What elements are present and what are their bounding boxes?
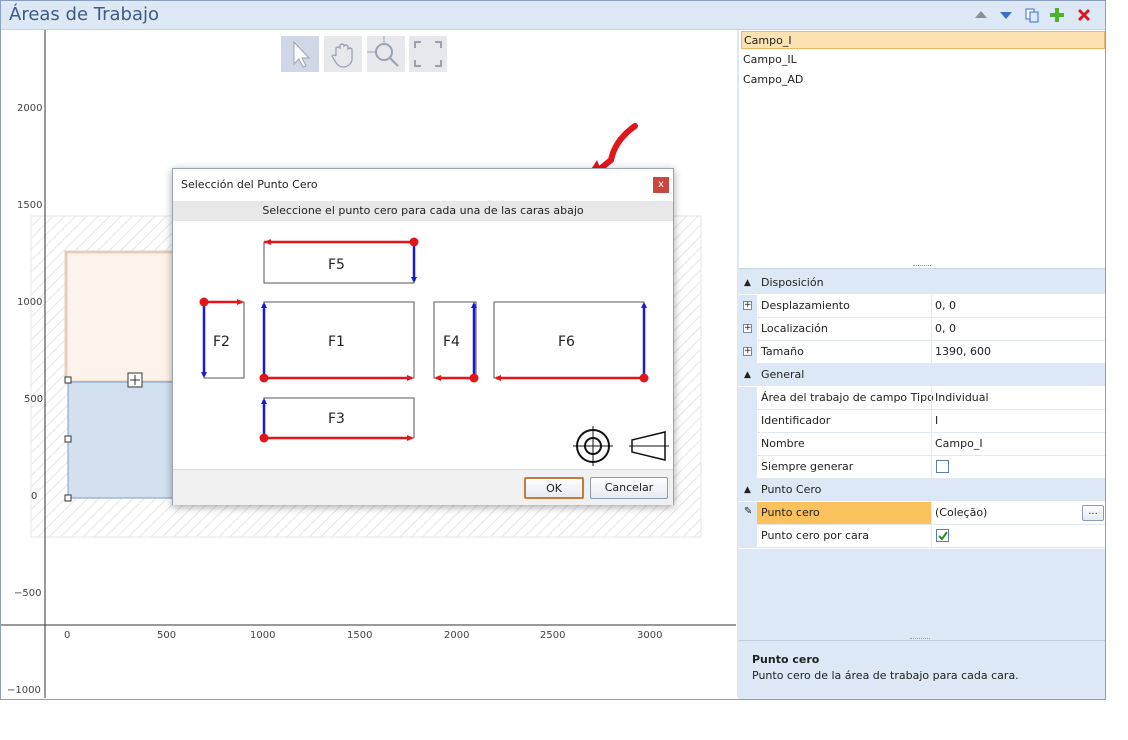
pan-tool-button[interactable]	[324, 36, 362, 72]
y-tick-label: 0	[31, 491, 38, 502]
expand-icon[interactable]: +	[743, 347, 752, 356]
expand-icon[interactable]: +	[743, 301, 752, 310]
collapse-icon[interactable]: ▲	[744, 272, 751, 294]
collapse-icon[interactable]: ▲	[744, 479, 751, 501]
face-label: F5	[328, 257, 345, 273]
expand-icon[interactable]: +	[743, 324, 752, 333]
cancel-button[interactable]: Cancelar	[590, 477, 668, 499]
face-label: F2	[213, 334, 230, 350]
face-label: F4	[443, 334, 460, 350]
face-label: F6	[558, 334, 575, 350]
close-button[interactable]: x	[653, 177, 669, 193]
description-text: Punto cero de la área de trabajo para ca…	[752, 669, 1019, 682]
list-item[interactable]: Campo_I	[741, 31, 1105, 49]
x-tick-label: 1500	[347, 630, 373, 641]
property-row-nombre[interactable]: Nombre Campo_I	[739, 433, 1105, 456]
property-row-localizacion[interactable]: + Localización 0, 0	[739, 318, 1105, 341]
x-tick-label: 3000	[637, 630, 663, 641]
collapse-icon[interactable]: ▲	[744, 364, 751, 386]
area-list[interactable]: Campo_I Campo_IL Campo_AD	[739, 30, 1105, 269]
copy-icon[interactable]	[1024, 7, 1040, 23]
property-row-desplazamiento[interactable]: + Desplazamiento 0, 0	[739, 295, 1105, 318]
move-handle-icon[interactable]	[127, 372, 143, 388]
x-tick-label: 2500	[540, 630, 566, 641]
property-row-punto-cero[interactable]: ✎ Punto cero (Coleção) ...	[739, 502, 1105, 525]
property-row-identificador[interactable]: Identificador I	[739, 410, 1105, 433]
add-icon[interactable]	[1049, 7, 1065, 23]
fit-tool-button[interactable]	[409, 36, 447, 72]
fit-icon	[414, 41, 442, 67]
y-tick-label: 1000	[17, 297, 43, 308]
dialog-subtitle: Seleccione el punto cero para cada una d…	[173, 201, 673, 221]
ok-button[interactable]: OK	[524, 477, 584, 499]
x-tick-label: 500	[157, 630, 177, 641]
face-label: F3	[328, 411, 345, 427]
por-cara-checkbox[interactable]	[936, 529, 949, 542]
x-tick-label: 0	[64, 630, 71, 641]
resize-handle[interactable]	[64, 494, 72, 502]
y-tick-label: 2000	[17, 103, 43, 114]
peach-area	[64, 250, 178, 384]
x-tick-label: 2000	[444, 630, 470, 641]
x-tick-label: 1000	[250, 630, 276, 641]
description-panel: Punto cero Punto cero de la área de trab…	[739, 640, 1105, 699]
resize-handle[interactable]	[64, 376, 72, 384]
hand-icon	[331, 43, 353, 68]
description-title: Punto cero	[752, 653, 820, 666]
category-punto-cero[interactable]: ▲ Punto Cero	[739, 479, 1105, 501]
siempre-generar-checkbox[interactable]	[936, 460, 949, 473]
faces-diagram	[199, 237, 669, 466]
checkmark-icon	[938, 531, 948, 541]
move-up-icon[interactable]	[973, 7, 989, 23]
dialog-footer: OK Cancelar	[173, 469, 673, 505]
zero-point-dialog: Selección del Punto Cero x Seleccione el…	[172, 168, 674, 505]
move-down-icon[interactable]	[998, 7, 1014, 23]
list-item[interactable]: Campo_AD	[741, 71, 1107, 89]
zoom-icon	[367, 36, 399, 67]
splitter-grip[interactable]	[913, 265, 931, 269]
y-tick-label: 1500	[17, 200, 43, 211]
list-item[interactable]: Campo_IL	[741, 51, 1107, 69]
property-row-tipo[interactable]: Área del trabajo de campo Tipo Individual	[739, 387, 1105, 410]
y-tick-label: −500	[14, 588, 42, 599]
delete-icon[interactable]	[1076, 7, 1092, 23]
title-bar: Áreas de Trabajo	[1, 1, 1105, 30]
edit-pencil-icon: ✎	[744, 506, 753, 517]
work-area-selected[interactable]	[67, 381, 179, 499]
resize-handle[interactable]	[64, 435, 72, 443]
projection-icon	[629, 431, 669, 461]
category-general[interactable]: ▲ General	[739, 364, 1105, 386]
category-disposicion[interactable]: ▲ Disposición	[739, 272, 1105, 294]
property-row-siempre[interactable]: Siempre generar	[739, 456, 1105, 479]
cursor-icon	[293, 40, 311, 68]
y-tick-label: 500	[24, 394, 44, 405]
select-tool-button[interactable]	[281, 36, 319, 72]
collection-editor-button[interactable]: ...	[1082, 505, 1104, 521]
property-row-tamano[interactable]: + Tamaño 1390, 600	[739, 341, 1105, 364]
y-tick-label: −1000	[7, 685, 41, 696]
property-row-por-cara[interactable]: Punto cero por cara	[739, 525, 1105, 548]
dialog-title: Selección del Punto Cero	[181, 178, 318, 191]
property-grid[interactable]: ▲ Disposición + Desplazamiento 0, 0 + Locali…	[739, 272, 1105, 549]
zoom-tool-button[interactable]	[367, 36, 405, 72]
target-icon	[573, 426, 613, 466]
face-label: F1	[328, 334, 345, 350]
window-title: Áreas de Trabajo	[9, 4, 159, 25]
